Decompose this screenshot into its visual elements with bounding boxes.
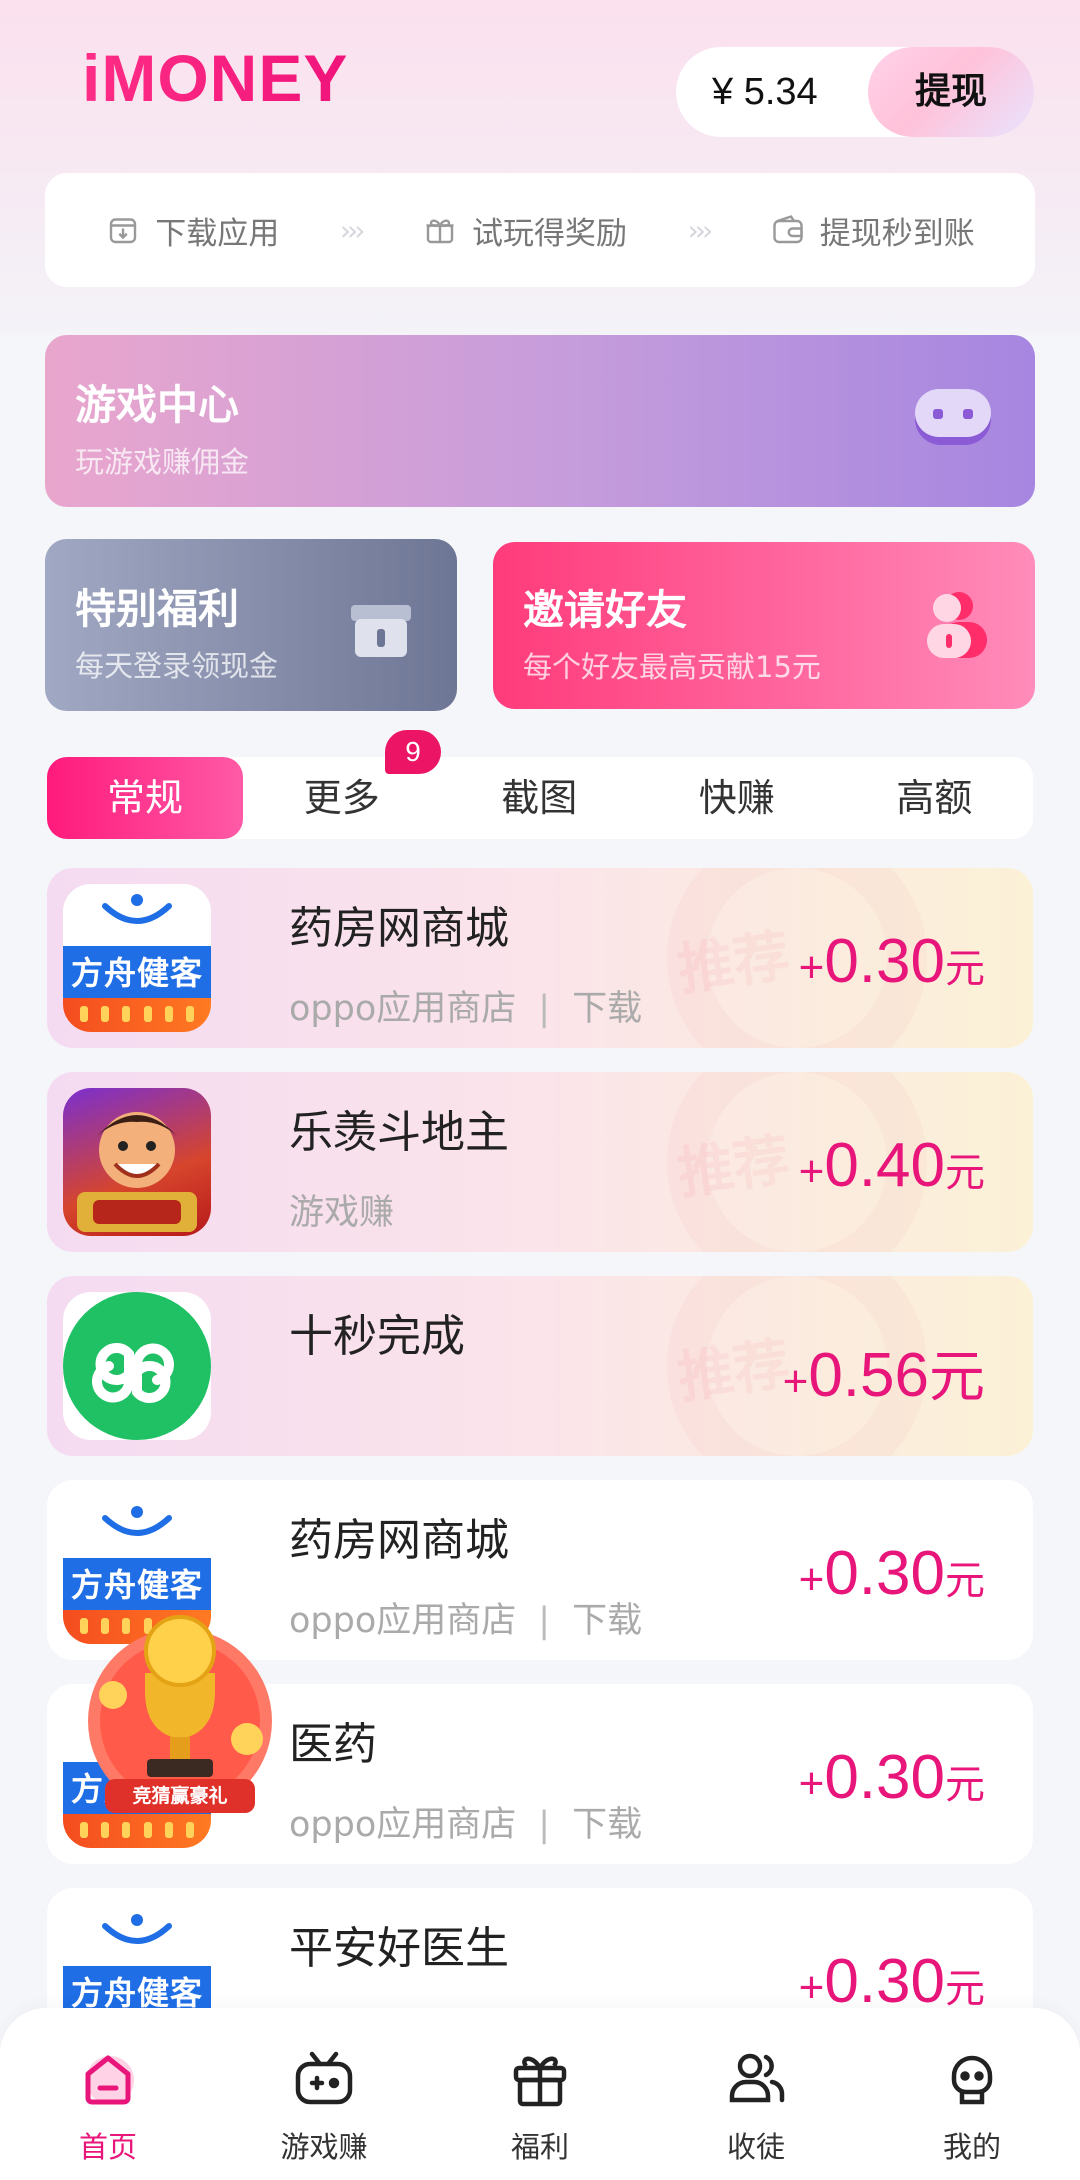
- nav-home[interactable]: 首页: [0, 2008, 216, 2180]
- float-badge-label: 竞猜赢豪礼: [132, 1785, 228, 1807]
- game-center-title: 游戏中心: [75, 381, 239, 429]
- task-name: 乐羡斗地主: [289, 1107, 509, 1158]
- game-center-card[interactable]: 游戏中心 玩游戏赚佣金: [45, 335, 1035, 507]
- task-tabs: 常规 更多 截图 快赚 高额: [47, 757, 1033, 839]
- fangzhou-app-icon: 方舟健客: [63, 884, 211, 1032]
- gift-icon: [513, 2056, 567, 2107]
- gamepad-icon: [915, 389, 991, 445]
- nav-label: 收徒: [726, 2130, 785, 2164]
- step-download: 下载应用: [105, 208, 279, 253]
- task-name: 十秒完成: [289, 1311, 465, 1362]
- tab-quick-earn[interactable]: 快赚: [638, 757, 836, 839]
- app-icon-text: 方舟健客: [70, 1566, 203, 1604]
- task-source: 游戏赚: [289, 1193, 395, 1233]
- tab-regular[interactable]: 常规: [47, 757, 243, 839]
- task-source: oppo应用商店: [289, 1601, 517, 1641]
- nav-welfare[interactable]: 福利: [432, 2008, 648, 2180]
- task-reward: +0.30元: [798, 1947, 985, 2016]
- nav-label: 福利: [510, 2130, 569, 2164]
- step-arrow: ›››: [339, 213, 366, 247]
- nav-label: 游戏赚: [280, 2130, 368, 2164]
- task-reward: +0.56元: [782, 1341, 985, 1410]
- doudizhu-app-icon: [63, 1088, 211, 1236]
- nav-label: 首页: [78, 2130, 137, 2164]
- app-icon-text: 方舟健客: [70, 954, 203, 992]
- nav-profile[interactable]: 我的: [864, 2008, 1080, 2180]
- people-icon: [927, 592, 987, 658]
- recommend-watermark: 推荐: [673, 923, 794, 1004]
- tab-high-reward[interactable]: 高额: [836, 757, 1034, 839]
- step-arrow: ›››: [687, 213, 714, 247]
- step-label: 提现秒到账: [819, 215, 975, 252]
- step-play: 试玩得奖励: [422, 208, 627, 253]
- step-label: 下载应用: [155, 215, 280, 252]
- task-name: 药房网商城: [289, 903, 509, 954]
- home-icon: [85, 2055, 134, 2105]
- nav-recruit[interactable]: 收徒: [648, 2008, 864, 2180]
- task-name: 药房网商城: [289, 1515, 509, 1566]
- task-source: oppo应用商店: [289, 1805, 517, 1845]
- download-box-icon: [110, 218, 137, 244]
- mini-program-icon: [63, 1292, 211, 1440]
- profile-icon: [951, 2055, 993, 2105]
- task-item[interactable]: 推荐 方舟健客 药房网商城 oppo应用商店 | 下载 +0.30元: [47, 868, 1033, 1048]
- special-welfare-card[interactable]: 特别福利 每天登录领现金: [45, 539, 457, 711]
- task-meta: oppo应用商店 | 下载: [289, 1805, 643, 1845]
- task-action: 下载: [572, 989, 643, 1029]
- task-meta: oppo应用商店 | 下载: [289, 989, 643, 1029]
- users-icon: [729, 2053, 785, 2103]
- tab-more-badge: 9: [385, 730, 441, 774]
- app-logo: iMONEY: [82, 41, 349, 115]
- task-reward: +0.40元: [798, 1131, 985, 1200]
- withdraw-button[interactable]: 提现: [868, 47, 1034, 137]
- tab-screenshot[interactable]: 截图: [441, 757, 639, 839]
- task-name: 平安好医生: [289, 1923, 509, 1974]
- task-item[interactable]: 推荐 乐羡斗地主 游戏赚 +0.40元: [47, 1072, 1033, 1252]
- nav-game-earn[interactable]: 游戏赚: [216, 2008, 432, 2180]
- task-action: 下载: [572, 1805, 643, 1845]
- recommend-watermark: 推荐: [673, 1331, 794, 1412]
- step-withdraw: 提现秒到账: [770, 208, 975, 253]
- invite-title: 邀请好友: [523, 586, 687, 634]
- wallet-icon: [773, 215, 803, 244]
- task-meta: 游戏赚: [289, 1184, 394, 1235]
- task-reward: +0.30元: [798, 1743, 985, 1812]
- gamepad-icon: [295, 2051, 353, 2105]
- task-meta: oppo应用商店 | 下载: [289, 1601, 643, 1641]
- gift-box-icon: [351, 605, 411, 657]
- gift-icon: [426, 219, 454, 244]
- task-action: 下载: [572, 1601, 643, 1641]
- floating-trophy-badge[interactable]: 竞猜赢豪礼: [85, 1603, 275, 1829]
- balance-amount: ¥ 5.34: [712, 71, 818, 113]
- task-reward: +0.30元: [798, 927, 985, 996]
- nav-label: 我的: [942, 2130, 1001, 2164]
- step-label: 试玩得奖励: [472, 215, 627, 252]
- recommend-watermark: 推荐: [673, 1127, 794, 1208]
- invite-friends-card[interactable]: 邀请好友 每个好友最高贡献15元: [493, 542, 1035, 709]
- welfare-title: 特别福利: [75, 585, 239, 633]
- steps-bar: 下载应用 ››› 试玩得奖励 ››› 提现秒到账: [45, 173, 1035, 287]
- game-center-subtitle: 玩游戏赚佣金: [75, 445, 250, 479]
- task-source: oppo应用商店: [289, 989, 517, 1029]
- task-reward: +0.30元: [798, 1539, 985, 1608]
- task-item[interactable]: 推荐 十秒完成 +0.56元: [47, 1276, 1033, 1456]
- bottom-nav: 首页 游戏赚 福利 收徒 我的: [0, 2008, 1080, 2180]
- balance-pill: ¥ 5.34 提现: [676, 47, 1034, 137]
- task-name: 医药: [289, 1719, 377, 1770]
- welfare-subtitle: 每天登录领现金: [75, 649, 279, 683]
- invite-subtitle: 每个好友最高贡献15元: [523, 650, 821, 684]
